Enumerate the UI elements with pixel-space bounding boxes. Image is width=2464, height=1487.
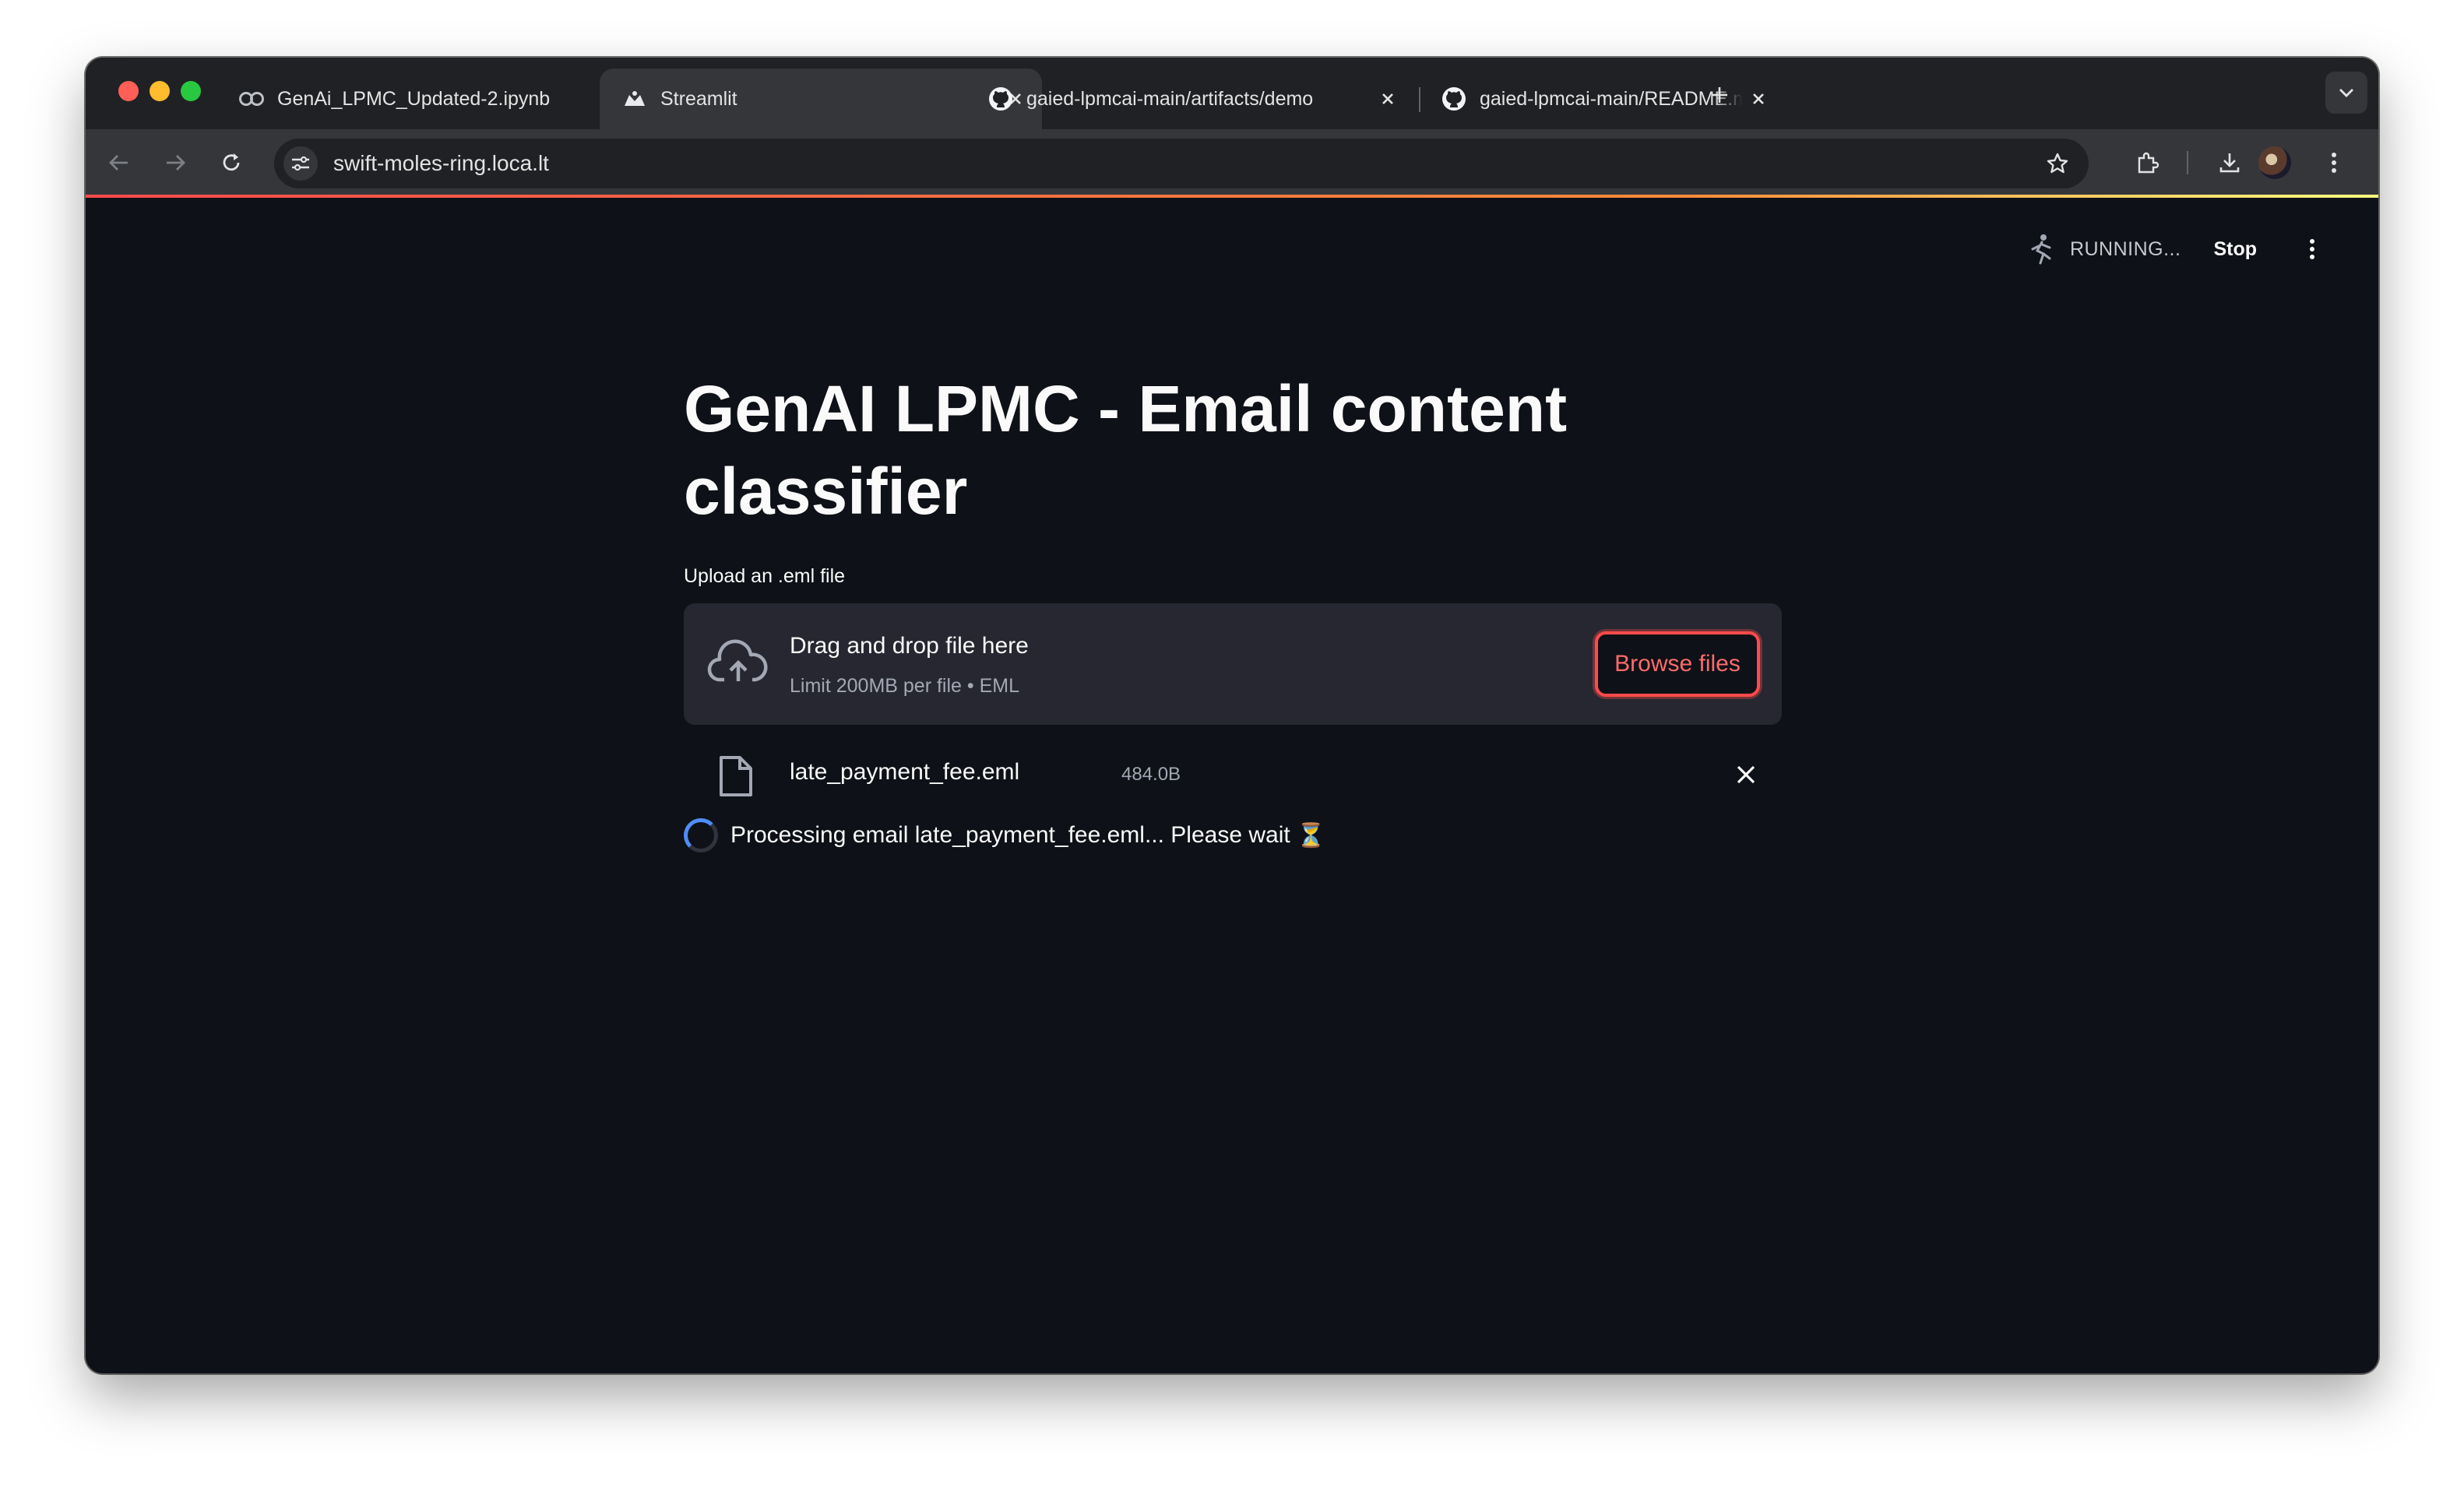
stop-button[interactable]: Stop [2213,238,2257,261]
browser-toolbar: swift-moles-ring.loca.lt [86,129,2378,196]
reload-icon [223,153,240,171]
address-bar[interactable]: swift-moles-ring.loca.lt [274,139,2089,188]
running-status-text: RUNNING... [2069,237,2181,260]
cloud-upload-icon [707,639,768,682]
bookmark-star-icon[interactable] [2040,146,2075,181]
maximize-window-button[interactable] [181,81,201,101]
tab-label: GenAi_LPMC_Updated-2.ipynb [277,87,551,110]
file-icon [720,756,752,796]
close-icon [1737,765,1755,784]
arrow-left-icon [109,155,128,170]
remove-file-button[interactable] [1727,756,1765,793]
processing-message: Processing email late_payment_fee.eml...… [730,822,1290,848]
site-info-icon[interactable] [283,146,318,181]
browse-files-button[interactable]: Browse files [1595,631,1760,697]
uploaded-file-name: late_payment_fee.eml [790,759,1020,785]
profile-avatar[interactable] [2258,146,2291,179]
dropzone-instructions: Drag and drop file here [790,633,1029,659]
back-button[interactable] [101,145,137,181]
browser-window: GenAi_LPMC_Updated-2.ipynb Streamlit gai… [86,58,2378,1373]
processing-status: Processing email late_payment_fee.eml...… [684,818,1782,852]
close-tab-icon[interactable] [1372,83,1403,114]
github-icon [987,86,1014,112]
downloads-button[interactable] [2212,145,2248,181]
app-status-widget: RUNNING... Stop [2025,232,2324,266]
kebab-menu-icon [2332,153,2336,173]
streamlit-icon [621,86,648,112]
browser-menu-button[interactable] [2316,145,2352,181]
tab-label: Streamlit [660,87,737,110]
new-tab-button[interactable] [1704,79,1735,111]
uploaded-file-item: late_payment_fee.eml 484.0B [684,725,1782,818]
uploaded-file-size: 484.0B [1121,764,1181,785]
tab-label: gaied-lpmcai-main/artifacts/demo [1026,87,1314,110]
forward-button[interactable] [157,145,193,181]
puzzle-icon [2138,152,2160,174]
close-window-button[interactable] [118,81,139,101]
colab-icon [238,86,265,112]
github-icon [1441,86,1467,112]
reload-button[interactable] [213,145,249,181]
main-content: GenAI LPMC - Email content classifier Up… [684,367,1782,852]
tab-search-button[interactable] [2325,72,2367,114]
file-dropzone[interactable]: Drag and drop file here Limit 200MB per … [684,603,1782,725]
page-title: GenAI LPMC - Email content classifier [684,372,1568,528]
tab-github-artifacts[interactable]: gaied-lpmcai-main/artifacts/demo [966,69,1414,129]
app-menu-button[interactable] [2300,234,2324,265]
dropzone-limit-text: Limit 200MB per file • EML [790,675,1019,697]
running-man-icon [2025,232,2059,266]
tab-strip: GenAi_LPMC_Updated-2.ipynb Streamlit gai… [86,58,2378,129]
arrow-right-icon [167,155,185,170]
download-icon [2219,153,2240,173]
kebab-menu-icon [2310,239,2314,259]
chevron-down-icon [2339,89,2353,97]
streamlit-app: RUNNING... Stop GenAI LPMC - Email conte… [86,198,2378,1373]
toolbar-divider [2187,151,2188,174]
close-tab-icon[interactable] [1743,83,1774,114]
minimize-window-button[interactable] [150,81,170,101]
url-text: swift-moles-ring.loca.lt [333,151,549,175]
hourglass-emoji: ⏳ [1296,822,1326,849]
loading-spinner [684,818,718,852]
extensions-button[interactable] [2129,145,2165,181]
file-uploader-label: Upload an .eml file [684,565,846,587]
